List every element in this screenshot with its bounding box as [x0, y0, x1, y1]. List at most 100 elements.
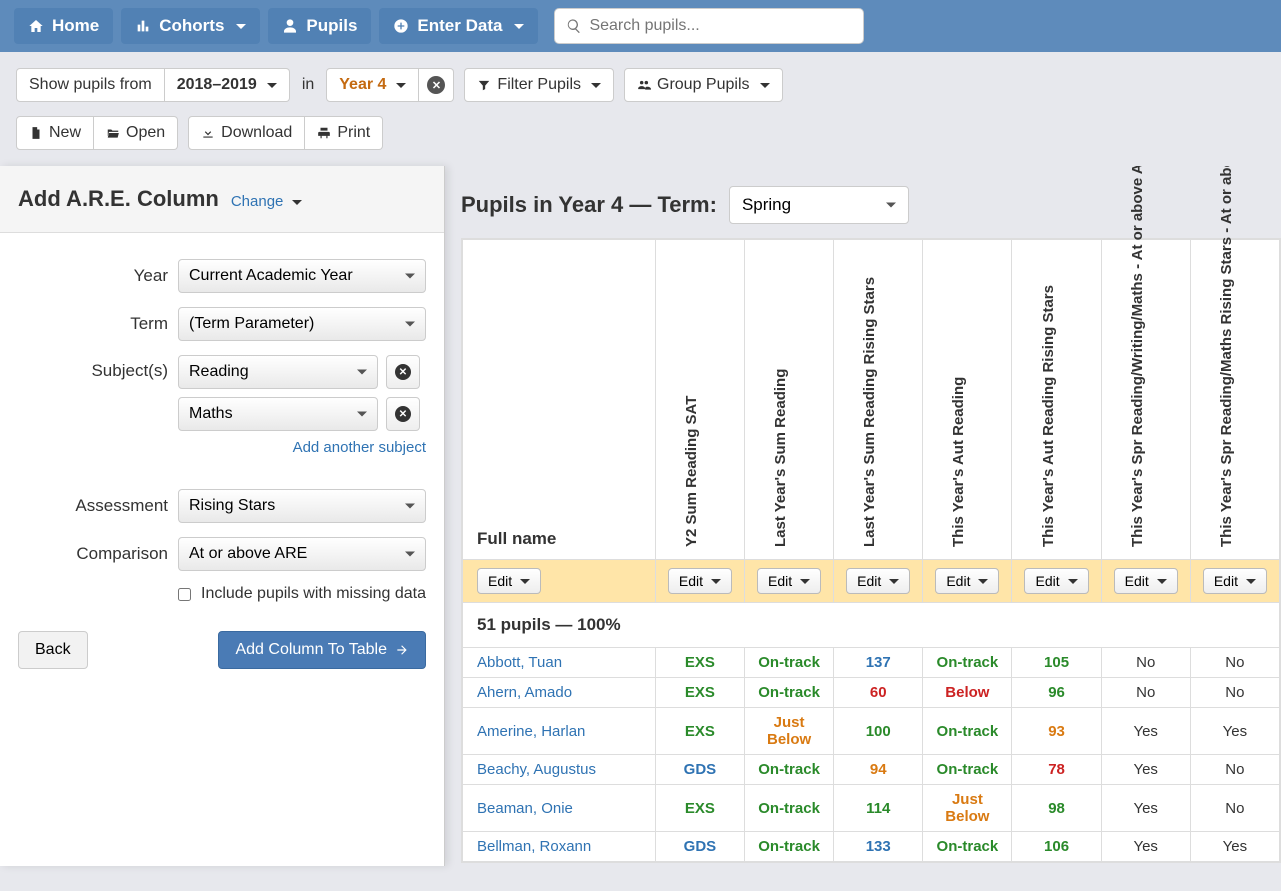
edit-c3[interactable]: Edit [846, 568, 910, 594]
data-cell: 137 [834, 648, 923, 678]
print-icon [317, 126, 331, 140]
pupil-name-link[interactable]: Beachy, Augustus [477, 761, 596, 778]
year-range-group: Show pupils from 2018–2019 [16, 68, 290, 102]
summary-cell: 51 pupils — 100% [463, 603, 1280, 648]
pupil-name-link[interactable]: Beaman, Onie [477, 800, 573, 817]
cohorts-button[interactable]: Cohorts [121, 8, 260, 44]
data-cell: EXS [655, 708, 744, 755]
back-button[interactable]: Back [18, 631, 88, 669]
comparison-select[interactable]: At or above ARE [178, 537, 426, 571]
data-cell: 106 [1012, 832, 1101, 862]
clear-year-group[interactable] [419, 68, 454, 102]
table-row: Bellman, RoxannGDSOn-track133On-track106… [463, 832, 1280, 862]
col-c4: This Year's Aut Reading [923, 240, 1012, 560]
year-label: Year [18, 266, 168, 286]
data-cell: EXS [655, 678, 744, 708]
subject-select-1[interactable]: Maths [178, 397, 378, 431]
download-icon [201, 126, 215, 140]
remove-subject-1[interactable] [386, 397, 420, 431]
year-select[interactable]: Current Academic Year [178, 259, 426, 293]
chevron-down-icon [396, 83, 406, 88]
plus-circle-icon [393, 18, 409, 34]
chevron-down-icon [800, 579, 810, 584]
year-range-select[interactable]: 2018–2019 [165, 68, 290, 102]
edit-c1[interactable]: Edit [668, 568, 732, 594]
add-subject-link[interactable]: Add another subject [293, 439, 426, 456]
home-button[interactable]: Home [14, 8, 113, 44]
include-missing-label: Include pupils with missing data [201, 585, 426, 603]
col-c5: This Year's Aut Reading Rising Stars [1012, 240, 1101, 560]
data-cell: Yes [1101, 785, 1190, 832]
data-cell: 114 [834, 785, 923, 832]
edit-c7[interactable]: Edit [1203, 568, 1267, 594]
data-cell: No [1190, 755, 1279, 785]
col-c1: Y2 Sum Reading SAT [655, 240, 744, 560]
year-group-select[interactable]: Year 4 [326, 68, 419, 102]
data-cell: Yes [1190, 832, 1279, 862]
show-from-label: Show pupils from [16, 68, 165, 102]
edit-name-col[interactable]: Edit [477, 568, 541, 594]
data-cell: 96 [1012, 678, 1101, 708]
data-cell: On-track [745, 648, 834, 678]
pupil-name-link[interactable]: Abbott, Tuan [477, 654, 562, 671]
include-missing-checkbox[interactable] [178, 588, 191, 601]
chart-icon [135, 18, 151, 34]
edit-c6[interactable]: Edit [1114, 568, 1178, 594]
data-cell: EXS [655, 785, 744, 832]
chevron-down-icon [1068, 579, 1078, 584]
pupil-name-link[interactable]: Amerine, Harlan [477, 723, 585, 740]
term-select[interactable]: (Term Parameter) [178, 307, 426, 341]
new-button[interactable]: New [16, 116, 94, 150]
open-label: Open [126, 124, 165, 142]
table-row: Beachy, AugustusGDSOn-track94On-track78Y… [463, 755, 1280, 785]
data-cell: On-track [923, 648, 1012, 678]
assessment-select[interactable]: Rising Stars [178, 489, 426, 523]
open-button[interactable]: Open [94, 116, 178, 150]
data-cell: 60 [834, 678, 923, 708]
filter-pupils-button[interactable]: Filter Pupils [464, 68, 614, 102]
data-cell: Yes [1101, 832, 1190, 862]
data-cell: 133 [834, 832, 923, 862]
chevron-down-icon [1157, 579, 1167, 584]
data-cell: No [1190, 785, 1279, 832]
download-button[interactable]: Download [188, 116, 305, 150]
col-c7: This Year's Spr Reading/Maths Rising Sta… [1190, 240, 1279, 560]
table-row: Ahern, AmadoEXSOn-track60Below96NoNo [463, 678, 1280, 708]
term-dropdown[interactable]: Spring [729, 186, 909, 224]
subject-select-0[interactable]: Reading [178, 355, 378, 389]
pupil-name-link[interactable]: Ahern, Amado [477, 684, 572, 701]
col-c3: Last Year's Sum Reading Rising Stars [834, 240, 923, 560]
data-cell: GDS [655, 832, 744, 862]
group-pupils-button[interactable]: Group Pupils [624, 68, 783, 102]
term-label: Term [18, 314, 168, 334]
search-input[interactable] [554, 8, 864, 44]
data-cell: 100 [834, 708, 923, 755]
cohorts-label: Cohorts [159, 16, 224, 36]
data-cell: 78 [1012, 755, 1101, 785]
edit-c5[interactable]: Edit [1024, 568, 1088, 594]
data-cell: Just Below [745, 708, 834, 755]
table-row: Amerine, HarlanEXSJust Below100On-track9… [463, 708, 1280, 755]
folder-open-icon [106, 126, 120, 140]
pupils-button[interactable]: Pupils [268, 8, 371, 44]
close-icon [427, 76, 445, 94]
data-cell: Yes [1190, 708, 1279, 755]
add-column-button[interactable]: Add Column To Table [218, 631, 426, 669]
chevron-down-icon [711, 579, 721, 584]
data-cell: On-track [923, 832, 1012, 862]
data-cell: On-track [745, 785, 834, 832]
enter-data-button[interactable]: Enter Data [379, 8, 538, 44]
change-link[interactable]: Change [231, 193, 302, 210]
toolbar: Show pupils from 2018–2019 in Year 4 Fil… [0, 52, 1281, 166]
chevron-down-icon [760, 83, 770, 88]
assessment-label: Assessment [18, 496, 168, 516]
subjects-label: Subject(s) [18, 355, 168, 381]
group-pupils-label: Group Pupils [657, 76, 750, 94]
col-full-name: Full name [463, 240, 656, 560]
edit-c2[interactable]: Edit [757, 568, 821, 594]
print-button[interactable]: Print [305, 116, 383, 150]
remove-subject-0[interactable] [386, 355, 420, 389]
edit-c4[interactable]: Edit [935, 568, 999, 594]
pupil-name-link[interactable]: Bellman, Roxann [477, 838, 591, 855]
data-cell: Just Below [923, 785, 1012, 832]
